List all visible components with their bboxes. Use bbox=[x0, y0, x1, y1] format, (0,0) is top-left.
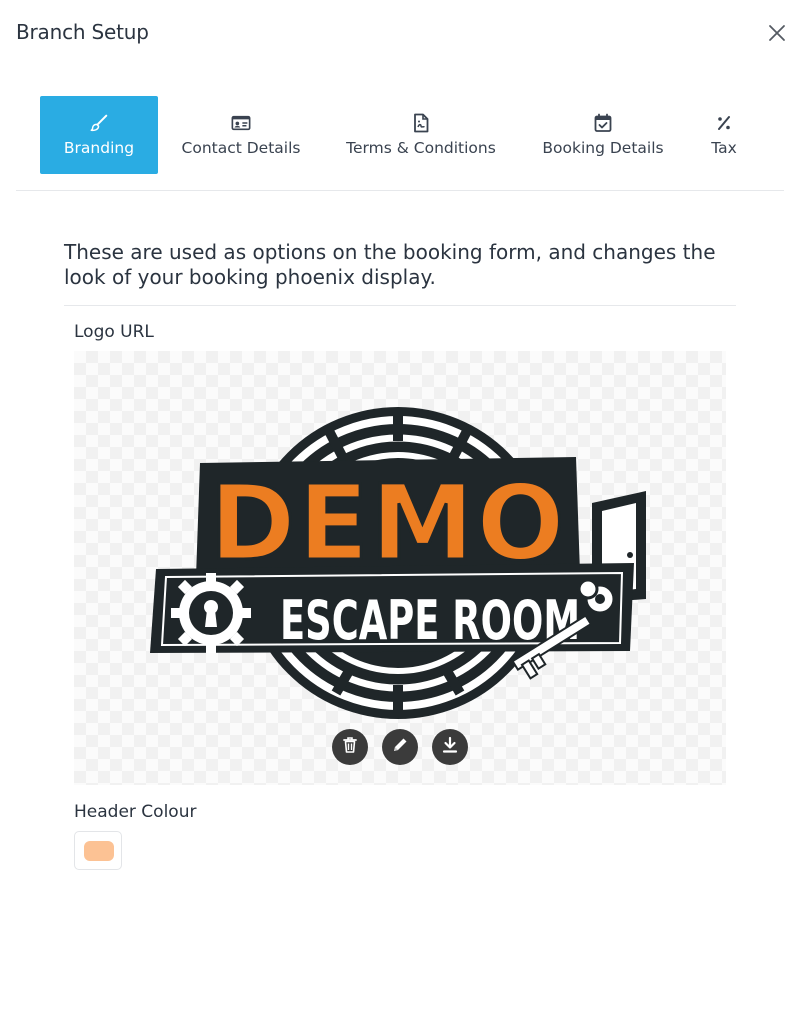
id-card-icon bbox=[231, 113, 251, 133]
tab-label: Terms & Conditions bbox=[346, 139, 496, 157]
section-divider bbox=[64, 305, 736, 306]
escape-room-logo-image: DEMO ESCAPE ROOM bbox=[150, 407, 646, 719]
header-colour-label: Header Colour bbox=[74, 802, 197, 822]
branch-setup-modal: Branch Setup Branding Contact Details Te… bbox=[0, 0, 800, 1020]
modal-title: Branch Setup bbox=[16, 20, 149, 44]
paintbrush-icon bbox=[89, 113, 109, 133]
tab-terms-conditions[interactable]: Terms & Conditions bbox=[341, 96, 501, 174]
document-icon bbox=[411, 113, 431, 133]
calendar-check-icon bbox=[593, 113, 613, 133]
percent-icon bbox=[714, 113, 734, 133]
logo-url-label: Logo URL bbox=[74, 322, 154, 342]
tab-tax[interactable]: Tax bbox=[704, 96, 744, 174]
header-colour-swatch bbox=[84, 841, 114, 861]
download-logo-button[interactable] bbox=[432, 729, 468, 765]
tab-label: Booking Details bbox=[542, 139, 664, 157]
tab-label: Tax bbox=[711, 139, 737, 157]
logo-word-escape-room: ESCAPE ROOM bbox=[280, 589, 580, 652]
tab-label: Branding bbox=[63, 139, 135, 157]
tab-branding[interactable]: Branding bbox=[40, 96, 158, 174]
edit-logo-button[interactable] bbox=[382, 729, 418, 765]
tab-booking-details[interactable]: Booking Details bbox=[534, 96, 672, 174]
tab-label: Contact Details bbox=[181, 139, 301, 157]
branding-intro-text: These are used as options on the booking… bbox=[64, 240, 716, 289]
delete-logo-button[interactable] bbox=[332, 729, 368, 765]
tab-bar: Branding Contact Details Terms & Conditi… bbox=[16, 96, 784, 191]
tab-contact-details[interactable]: Contact Details bbox=[176, 96, 306, 174]
download-icon bbox=[442, 736, 458, 758]
pencil-icon bbox=[391, 736, 409, 758]
close-icon[interactable] bbox=[764, 20, 790, 46]
trash-icon bbox=[342, 736, 358, 758]
header-colour-picker[interactable] bbox=[74, 831, 122, 870]
